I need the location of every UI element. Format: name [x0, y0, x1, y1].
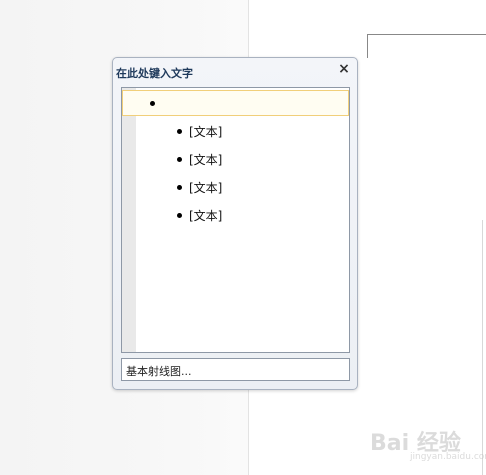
text-pane-title: 在此处键入文字 [116, 67, 193, 80]
layout-description-text[interactable]: 基本射线图... [126, 363, 192, 379]
list-item[interactable]: [文本] [122, 146, 349, 172]
list-item[interactable]: [文本] [122, 118, 349, 144]
layout-description-box[interactable]: 基本射线图... [121, 358, 350, 381]
list-item[interactable]: [文本] [122, 174, 349, 200]
page-corner-mark-vertical [367, 34, 368, 58]
bullet-icon [177, 157, 182, 162]
list-item-level1-selected[interactable] [122, 90, 349, 116]
bullet-icon [150, 101, 155, 106]
bullet-icon [177, 213, 182, 218]
close-icon[interactable]: × [337, 62, 351, 76]
bullet-icon [177, 129, 182, 134]
page-corner-mark-horizontal [367, 34, 486, 35]
list-item-text[interactable]: [文本] [189, 151, 222, 168]
list-item-text[interactable]: [文本] [189, 123, 222, 140]
text-pane-edit-area[interactable]: [文本] [文本] [文本] [文本] [121, 87, 350, 353]
list-item-text[interactable]: [文本] [189, 207, 222, 224]
bullet-icon [177, 185, 182, 190]
list-item-text[interactable]: [文本] [189, 179, 222, 196]
smartart-text-pane: 在此处键入文字 × [文本] [文本] [文本] [文本] 基本射线图... [112, 57, 358, 390]
watermark-sub-text: jingyan.baidu.com [410, 452, 486, 462]
watermark-logo: Bai 经验 jingyan.baidu.com [370, 425, 486, 467]
list-item[interactable]: [文本] [122, 202, 349, 228]
page-edge-line [482, 220, 483, 475]
